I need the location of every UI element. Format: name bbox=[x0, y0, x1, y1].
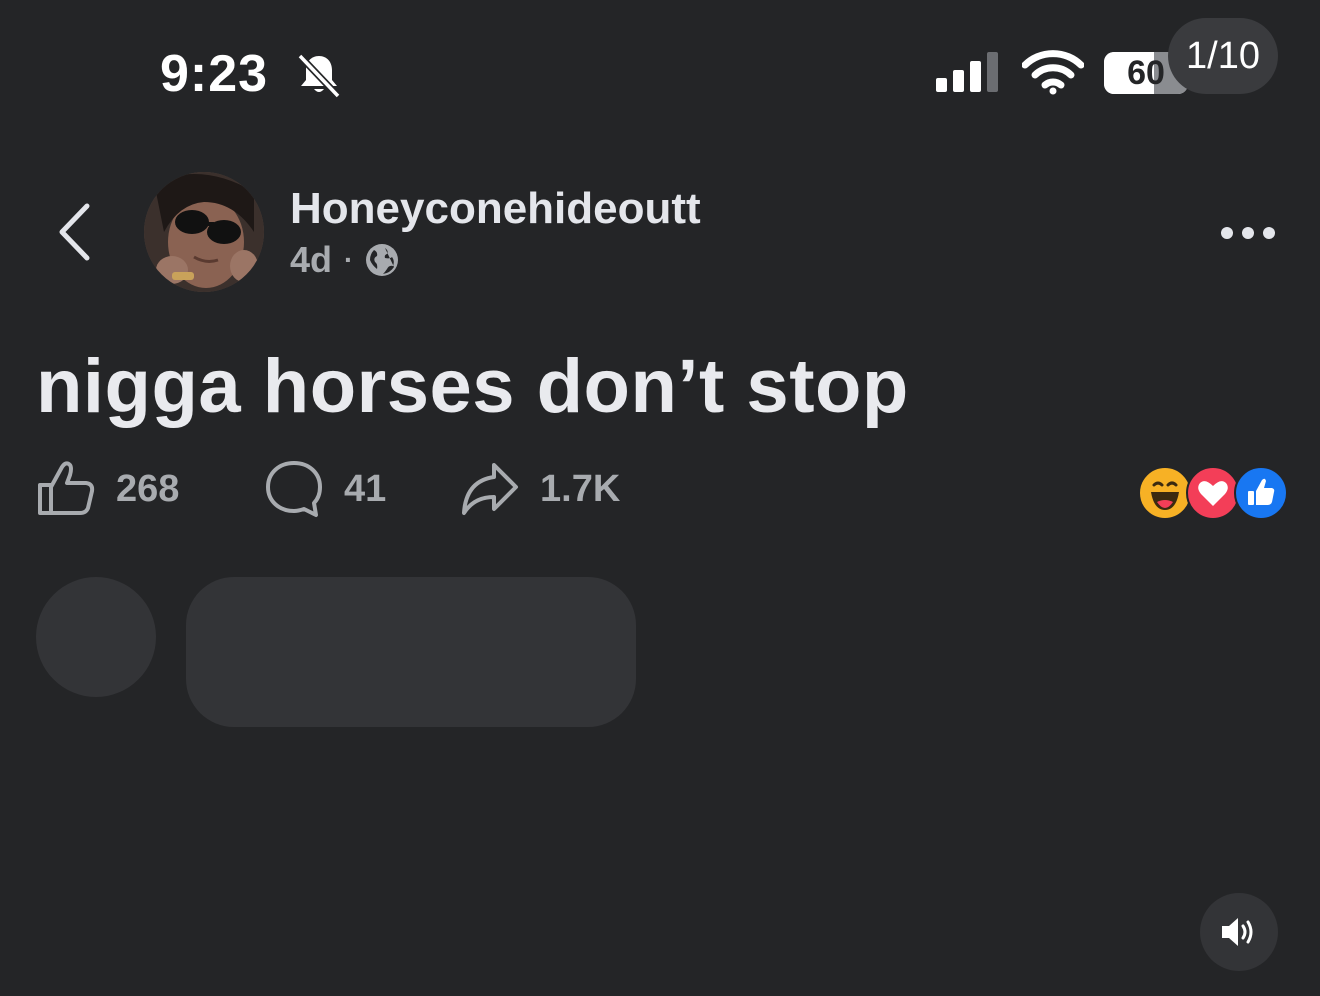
post-meta: 4d · bbox=[290, 238, 399, 282]
status-time: 9:23 bbox=[160, 45, 269, 103]
reaction-summary[interactable] bbox=[1138, 466, 1288, 520]
author-name[interactable]: Honeyconehideoutt bbox=[290, 184, 701, 234]
globe-icon bbox=[366, 244, 399, 276]
comment-bubble-placeholder bbox=[186, 577, 636, 727]
share-arrow-icon bbox=[462, 463, 518, 515]
avatar[interactable] bbox=[144, 172, 264, 292]
post-age[interactable]: 4d bbox=[290, 239, 332, 281]
screen: 9:23 60 1/10 Honeyconehideoutt 4d · nigg… bbox=[0, 0, 1320, 996]
dot-icon bbox=[1242, 227, 1254, 239]
bell-slash-icon bbox=[297, 53, 341, 99]
comment-count: 41 bbox=[344, 467, 387, 510]
more-options-button[interactable] bbox=[1212, 212, 1284, 254]
comment-button[interactable]: 41 bbox=[264, 458, 386, 520]
cellular-signal-icon bbox=[936, 52, 998, 92]
thumbs-up-icon bbox=[38, 461, 95, 515]
back-button[interactable] bbox=[44, 196, 104, 268]
comment-avatar-placeholder bbox=[36, 577, 156, 697]
post-text: nigga horses don’t stop bbox=[36, 344, 909, 429]
love-reaction-icon bbox=[1186, 466, 1240, 520]
share-button[interactable]: 1.7K bbox=[460, 458, 620, 520]
like-count: 268 bbox=[116, 467, 180, 510]
chevron-left-icon bbox=[59, 203, 90, 261]
page-counter: 1/10 bbox=[1168, 18, 1278, 94]
meta-separator: · bbox=[344, 244, 354, 275]
haha-reaction-icon bbox=[1138, 466, 1192, 520]
dot-icon bbox=[1263, 227, 1275, 239]
wifi-icon bbox=[1022, 50, 1084, 95]
dot-icon bbox=[1221, 227, 1233, 239]
like-button[interactable]: 268 bbox=[36, 458, 179, 520]
avatar-photo bbox=[144, 172, 264, 292]
share-count: 1.7K bbox=[540, 467, 621, 510]
volume-button[interactable] bbox=[1200, 893, 1278, 971]
comment-bubble-icon bbox=[266, 461, 322, 517]
speaker-icon bbox=[1222, 918, 1253, 946]
like-reaction-icon bbox=[1234, 466, 1288, 520]
